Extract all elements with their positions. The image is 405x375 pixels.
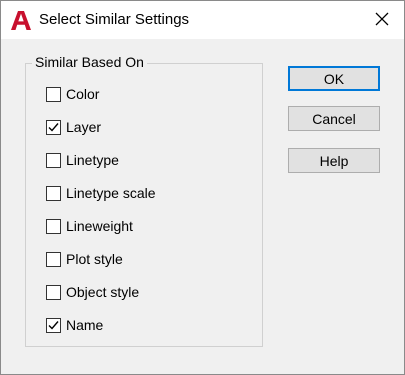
checkbox-label: Name <box>66 316 104 333</box>
checkbox-box[interactable] <box>46 152 61 168</box>
checkbox-name[interactable]: Name <box>46 316 103 334</box>
ok-button[interactable]: OK <box>288 66 380 91</box>
checkbox-box[interactable] <box>46 218 61 234</box>
checkbox-box[interactable] <box>46 251 61 267</box>
groupbox-label: Similar Based On <box>32 54 147 71</box>
checkbox-box[interactable] <box>46 317 61 333</box>
autocad-a-icon <box>10 9 32 31</box>
checkbox-linetype-scale[interactable]: Linetype scale <box>46 184 156 202</box>
dialog-title: Select Similar Settings <box>39 11 190 28</box>
checkbox-plot-style[interactable]: Plot style <box>46 250 123 268</box>
checkbox-label: Color <box>66 85 100 102</box>
cancel-button[interactable]: Cancel <box>288 106 380 131</box>
checkbox-label: Plot style <box>66 250 123 267</box>
checkbox-box[interactable] <box>46 86 61 102</box>
select-similar-settings-dialog: Select Similar Settings Similar Based On… <box>0 0 405 375</box>
checkmark-icon <box>48 320 59 330</box>
close-button[interactable] <box>361 2 403 38</box>
checkbox-layer[interactable]: Layer <box>46 118 101 136</box>
checkbox-label: Linetype scale <box>66 184 156 201</box>
checkbox-color[interactable]: Color <box>46 85 99 103</box>
checkbox-box[interactable] <box>46 119 61 135</box>
checkbox-box[interactable] <box>46 284 61 300</box>
checkbox-box[interactable] <box>46 185 61 201</box>
title-bar: Select Similar Settings <box>1 1 404 39</box>
close-icon <box>375 12 389 29</box>
help-button[interactable]: Help <box>288 148 380 173</box>
checkbox-label: Linetype <box>66 151 119 168</box>
checkbox-object-style[interactable]: Object style <box>46 283 139 301</box>
checkbox-label: Lineweight <box>66 217 133 234</box>
similar-based-on-groupbox <box>25 63 263 347</box>
checkmark-icon <box>48 122 59 132</box>
checkbox-linetype[interactable]: Linetype <box>46 151 119 169</box>
checkbox-lineweight[interactable]: Lineweight <box>46 217 133 235</box>
checkbox-label: Object style <box>66 283 140 300</box>
checkbox-label: Layer <box>66 118 102 135</box>
